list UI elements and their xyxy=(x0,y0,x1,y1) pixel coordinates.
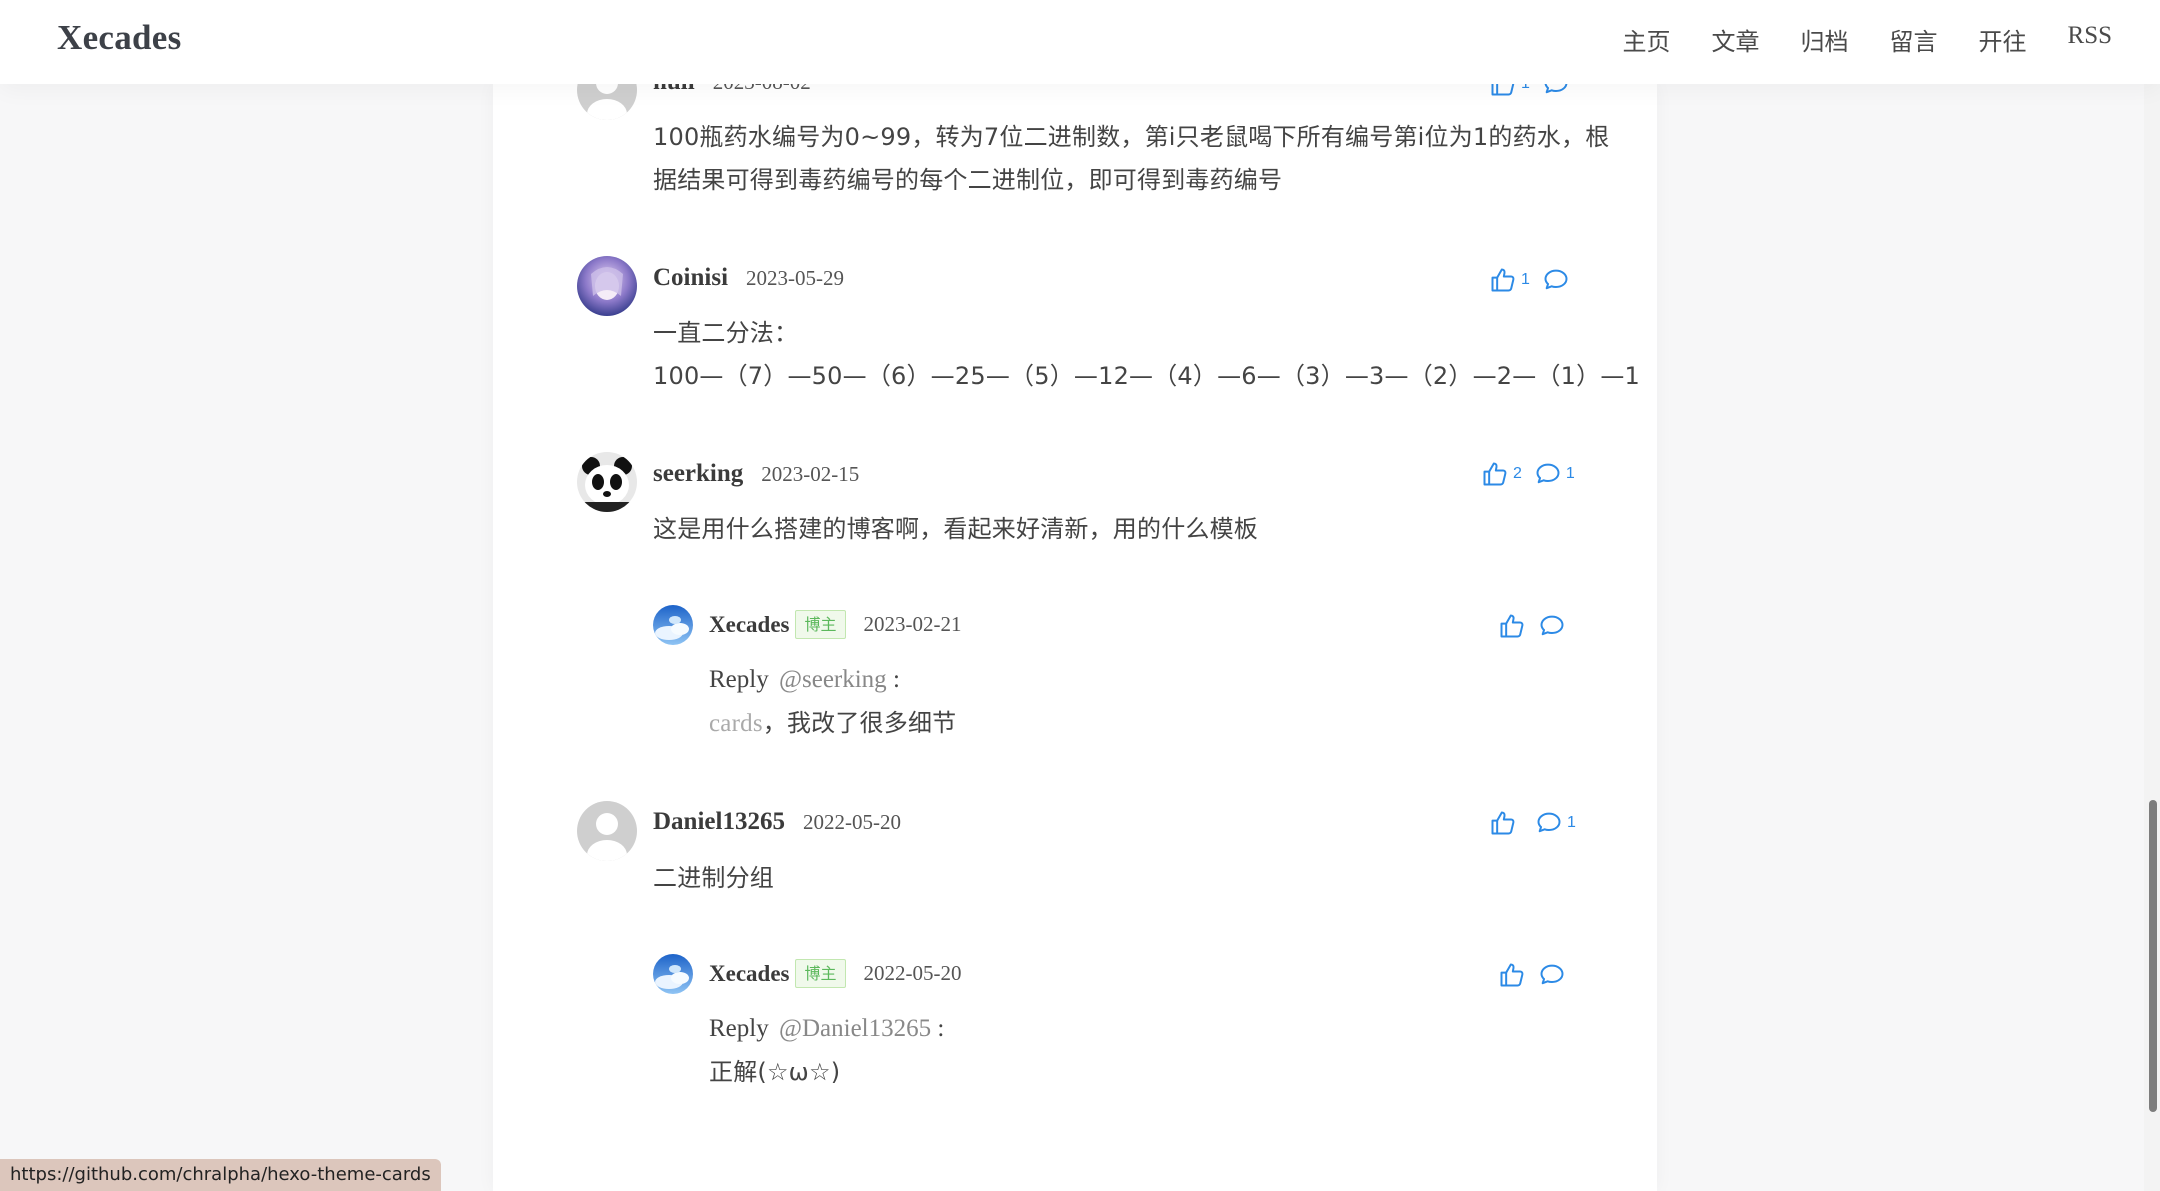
reply-button[interactable]: 1 xyxy=(1535,809,1576,837)
comment-icon xyxy=(1540,964,1564,985)
comment-text: 一直二分法： 100—（7）—50—（6）—25—（5）—12—（4）—6—（3… xyxy=(653,312,1653,398)
site-brand[interactable]: Xecades xyxy=(57,18,182,58)
comment-actions: 1 xyxy=(1489,266,1570,294)
avatar xyxy=(577,801,637,861)
reply-colon: : xyxy=(931,1015,945,1042)
comment-icon xyxy=(1537,812,1561,833)
main-nav: 主页 文章 归档 留言 开往 RSS xyxy=(1582,22,2112,57)
reply-author[interactable]: Xecades xyxy=(709,961,789,987)
comment-text: 这是用什么搭建的博客啊，看起来好清新，用的什么模板 xyxy=(653,515,1258,543)
like-button[interactable] xyxy=(1498,612,1526,640)
site-header: Xecades 主页 文章 归档 留言 开往 RSS xyxy=(0,0,2160,84)
scrollbar-thumb[interactable] xyxy=(2149,800,2157,1112)
comment-icon xyxy=(1540,615,1564,636)
nav-archive[interactable]: 归档 xyxy=(1801,22,1849,57)
like-icon xyxy=(1491,268,1515,292)
avatar xyxy=(577,256,637,316)
reply-target: Reply @seerking : xyxy=(709,666,900,694)
comments-card: nuli 2023-08-02 1 100瓶药水编号为0~99，转为7位二进制数… xyxy=(493,60,1657,1191)
comment-text: 二进制分组 xyxy=(653,864,774,892)
comment-icon xyxy=(1536,463,1560,484)
reply-button[interactable] xyxy=(1538,961,1566,989)
reply-count: 1 xyxy=(1567,814,1576,831)
nav-home[interactable]: 主页 xyxy=(1623,22,1671,57)
comment-date: 2023-02-15 xyxy=(761,461,860,486)
like-icon xyxy=(1500,963,1524,987)
reply-date: 2023-02-21 xyxy=(863,612,962,637)
like-icon xyxy=(1491,811,1515,835)
reply-actions xyxy=(1498,612,1566,640)
reply-text-body: ，我改了很多细节 xyxy=(762,709,957,737)
like-icon xyxy=(1500,614,1524,638)
comment-author[interactable]: Daniel13265 xyxy=(653,808,785,836)
avatar xyxy=(653,954,693,994)
link-status-bar: https://github.com/chralpha/hexo-theme-c… xyxy=(0,1159,441,1191)
like-button[interactable]: 1 xyxy=(1489,266,1530,294)
reply-button[interactable] xyxy=(1542,266,1570,294)
reply-author[interactable]: Xecades xyxy=(709,612,789,638)
reply-button[interactable] xyxy=(1538,612,1566,640)
reply-meta: Xecades 博主 2023-02-21 xyxy=(709,610,962,640)
comment-text-line: 一直二分法： xyxy=(653,319,799,347)
reply-button[interactable]: 1 xyxy=(1534,460,1575,488)
comment-text-line: 100—（7）—50—（6）—25—（5）—12—（4）—6—（3）—3—（2）… xyxy=(653,362,1640,390)
theme-link[interactable]: cards xyxy=(709,710,763,737)
comment-text-line: 据结果可得到毒药编号的每个二进制位，即可得到毒药编号 xyxy=(653,166,1283,194)
like-button[interactable]: 2 xyxy=(1481,460,1522,488)
comment-date: 2022-05-20 xyxy=(802,809,901,834)
comment-date: 2023-05-29 xyxy=(746,265,845,290)
reply-text: cards，我改了很多细节 xyxy=(709,702,956,745)
avatar xyxy=(577,452,637,512)
comment-meta: Daniel13265 2022-05-20 xyxy=(653,808,901,836)
like-button[interactable] xyxy=(1498,961,1526,989)
nav-articles[interactable]: 文章 xyxy=(1712,22,1760,57)
comment-actions: 1 xyxy=(1489,809,1576,837)
reply-text: 正解(☆ω☆) xyxy=(709,1058,841,1086)
comment-actions: 2 1 xyxy=(1481,460,1575,488)
comment-meta: Coinisi 2023-05-29 xyxy=(653,264,844,292)
comment-author[interactable]: Coinisi xyxy=(653,264,728,292)
comment-icon xyxy=(1544,269,1568,290)
like-icon xyxy=(1483,462,1507,486)
reply-actions xyxy=(1498,961,1566,989)
like-count: 2 xyxy=(1513,465,1522,482)
author-badge: 博主 xyxy=(795,959,846,989)
nav-rss[interactable]: RSS xyxy=(2068,22,2112,57)
mention-link[interactable]: @seerking xyxy=(779,666,887,693)
reply-colon: : xyxy=(886,666,900,693)
comment-text-line: 100瓶药水编号为0~99，转为7位二进制数，第i只老鼠喝下所有编号第i位为1的… xyxy=(653,123,1610,151)
mention-link[interactable]: @Daniel13265 xyxy=(779,1015,931,1042)
reply-prefix: Reply xyxy=(709,1015,769,1042)
reply-date: 2022-05-20 xyxy=(863,961,962,986)
reply-prefix: Reply xyxy=(709,666,769,693)
nav-travelling[interactable]: 开往 xyxy=(1979,22,2027,57)
like-count: 1 xyxy=(1521,271,1530,288)
comment-author[interactable]: seerking xyxy=(653,460,743,488)
like-button[interactable] xyxy=(1489,809,1517,837)
reply-target: Reply @Daniel13265 : xyxy=(709,1015,944,1043)
comment-meta: seerking 2023-02-15 xyxy=(653,460,859,488)
nav-guestbook[interactable]: 留言 xyxy=(1890,22,1938,57)
reply-count: 1 xyxy=(1565,465,1575,482)
comment-text: 100瓶药水编号为0~99，转为7位二进制数，第i只老鼠喝下所有编号第i位为1的… xyxy=(653,116,1653,202)
reply-meta: Xecades 博主 2022-05-20 xyxy=(709,959,962,989)
avatar xyxy=(653,605,693,645)
page-scrollbar[interactable] xyxy=(2144,0,2160,1191)
author-badge: 博主 xyxy=(795,610,846,640)
